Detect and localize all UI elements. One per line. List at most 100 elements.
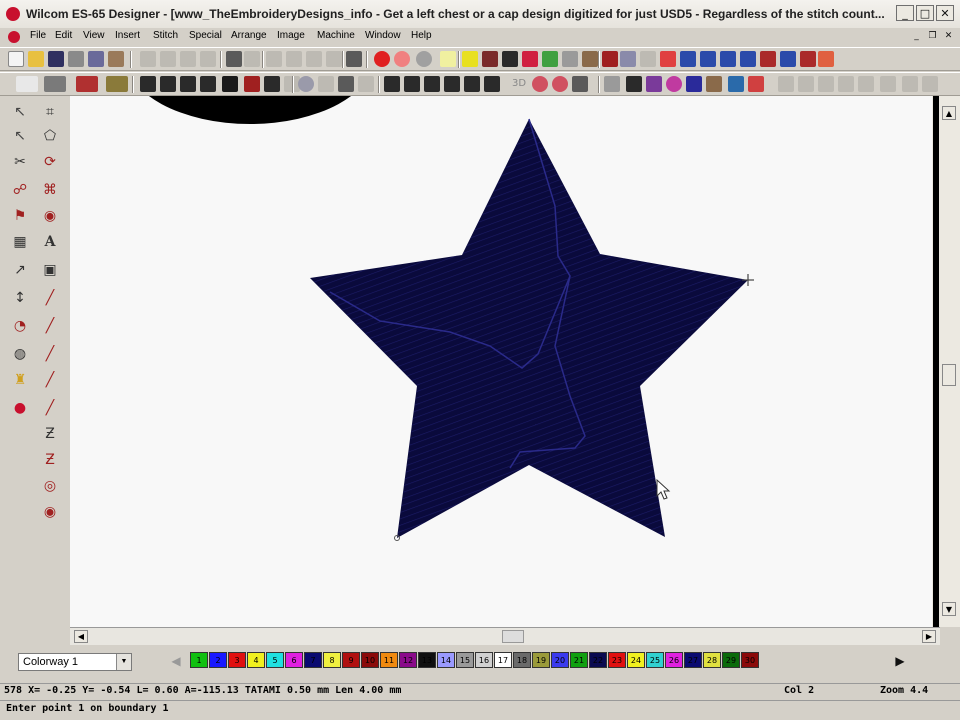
circle-icon[interactable]: ◎	[40, 476, 60, 496]
new-file-icon[interactable]	[8, 51, 24, 67]
chenille-icon[interactable]	[338, 76, 354, 92]
color-swatch-19[interactable]: 19	[532, 652, 550, 668]
unlock-icon[interactable]	[326, 51, 342, 67]
save-icon[interactable]	[48, 51, 64, 67]
menu-insert[interactable]: Insert	[115, 30, 140, 41]
lettering-icon[interactable]	[706, 76, 722, 92]
color-blend-icon[interactable]	[244, 76, 260, 92]
show-connectors-icon[interactable]	[462, 51, 478, 67]
column-a-icon[interactable]: ⚑	[10, 206, 30, 226]
motif-icon[interactable]	[424, 76, 440, 92]
color-swatch-29[interactable]: 29	[722, 652, 740, 668]
horizontal-scroll-thumb[interactable]	[502, 630, 524, 643]
tree-icon[interactable]	[686, 76, 702, 92]
paste-icon[interactable]	[180, 51, 196, 67]
monogram-tool-icon[interactable]: ▣	[40, 260, 60, 280]
show-function-symbols-icon[interactable]	[522, 51, 538, 67]
show-hoop-icon[interactable]	[502, 51, 518, 67]
color-swatch-10[interactable]: 10	[361, 652, 379, 668]
disabled-icon-7[interactable]	[902, 76, 918, 92]
globe-icon[interactable]	[298, 76, 314, 92]
reshape-icon[interactable]	[44, 76, 66, 92]
disabled-icon-1[interactable]	[778, 76, 794, 92]
center-icon[interactable]: ↕	[10, 288, 30, 308]
app-icon[interactable]	[6, 7, 20, 21]
disabled-icon-4[interactable]	[838, 76, 854, 92]
scroll-right-icon[interactable]: ▶	[922, 630, 936, 643]
point-icon[interactable]	[666, 76, 682, 92]
colorway-select[interactable]: Colorway 1 ▼	[18, 653, 132, 671]
satin-tool-icon[interactable]: Ƶ	[40, 450, 60, 470]
lock-icon[interactable]	[306, 51, 322, 67]
column-b-icon[interactable]: ◉	[40, 206, 60, 226]
close-button[interactable]: ✕	[936, 5, 954, 21]
view-icon-6[interactable]	[760, 51, 776, 67]
scroll-left-icon[interactable]: ◀	[74, 630, 88, 643]
object-properties-icon[interactable]	[346, 51, 362, 67]
color-swatch-20[interactable]: 20	[551, 652, 569, 668]
run-line-icon[interactable]: ╱	[40, 344, 60, 364]
maximize-button[interactable]: □	[916, 5, 934, 21]
branching-icon[interactable]: ☍	[10, 180, 30, 200]
vehicle-icon[interactable]	[572, 76, 588, 92]
color-swatch-16[interactable]: 16	[475, 652, 493, 668]
star-tool-icon[interactable]: ◉	[40, 502, 60, 522]
toggle-icon-2[interactable]	[582, 51, 598, 67]
disabled-icon-3[interactable]	[818, 76, 834, 92]
color-swatch-24[interactable]: 24	[627, 652, 645, 668]
document-icon[interactable]	[8, 31, 20, 43]
cross-stitch-icon[interactable]	[444, 76, 460, 92]
view-icon-9[interactable]	[818, 51, 834, 67]
color-swatch-9[interactable]: 9	[342, 652, 360, 668]
partial-circle-shape[interactable]	[125, 96, 375, 124]
disabled-icon-2[interactable]	[798, 76, 814, 92]
menu-special[interactable]: Special	[189, 30, 222, 41]
color-swatch-25[interactable]: 25	[646, 652, 664, 668]
auto-digitize-icon[interactable]: ⌘	[40, 180, 60, 200]
color-swatch-22[interactable]: 22	[589, 652, 607, 668]
satin-icon[interactable]	[140, 76, 156, 92]
color-swatch-6[interactable]: 6	[285, 652, 303, 668]
print-icon[interactable]	[68, 51, 84, 67]
redo-icon[interactable]	[244, 51, 260, 67]
copy-icon[interactable]	[160, 51, 176, 67]
chevron-down-icon[interactable]: ▼	[116, 654, 131, 670]
select-arrow-icon[interactable]: ↖	[10, 102, 30, 122]
color-swatch-18[interactable]: 18	[513, 652, 531, 668]
design-canvas[interactable]	[70, 96, 932, 627]
input-c-icon[interactable]: ◍	[10, 344, 30, 364]
mdi-restore-button[interactable]: ❐	[926, 30, 939, 42]
color-swatch-17[interactable]: 17	[494, 652, 512, 668]
color-swatch-4[interactable]: 4	[247, 652, 265, 668]
show-design-icon[interactable]	[542, 51, 558, 67]
outline-stitch-icon[interactable]	[106, 76, 128, 92]
color-swatch-11[interactable]: 11	[380, 652, 398, 668]
color-swatch-2[interactable]: 2	[209, 652, 227, 668]
palette-left-icon[interactable]: ◀	[168, 653, 184, 669]
disabled-icon-8[interactable]	[922, 76, 938, 92]
mdi-minimize-button[interactable]: _	[910, 30, 923, 42]
menu-machine[interactable]: Machine	[317, 30, 355, 41]
reshape-node-icon[interactable]: ⌗	[40, 102, 60, 122]
star-shape[interactable]	[310, 118, 748, 538]
show-needle-points-icon[interactable]	[416, 51, 432, 67]
arrow-down-icon[interactable]	[646, 76, 662, 92]
scroll-down-icon[interactable]: ▼	[942, 602, 956, 616]
menu-edit[interactable]: Edit	[55, 30, 72, 41]
color-film-icon[interactable]	[602, 51, 618, 67]
cap-icon[interactable]	[532, 76, 548, 92]
show-bitmap-icon[interactable]	[440, 51, 456, 67]
window-tile-icon[interactable]	[640, 51, 656, 67]
monogram-icon[interactable]	[748, 76, 764, 92]
view-icon-1[interactable]	[660, 51, 676, 67]
trapunto-icon[interactable]	[384, 76, 400, 92]
select-object-icon[interactable]	[16, 76, 38, 92]
polyline-select-icon[interactable]: ↖	[10, 126, 30, 146]
people-icon[interactable]	[728, 76, 744, 92]
ungroup-icon[interactable]	[286, 51, 302, 67]
disabled-icon-6[interactable]	[880, 76, 896, 92]
menu-view[interactable]: View	[83, 30, 105, 41]
color-swatch-14[interactable]: 14	[437, 652, 455, 668]
group-icon[interactable]	[266, 51, 282, 67]
cut-icon[interactable]	[140, 51, 156, 67]
